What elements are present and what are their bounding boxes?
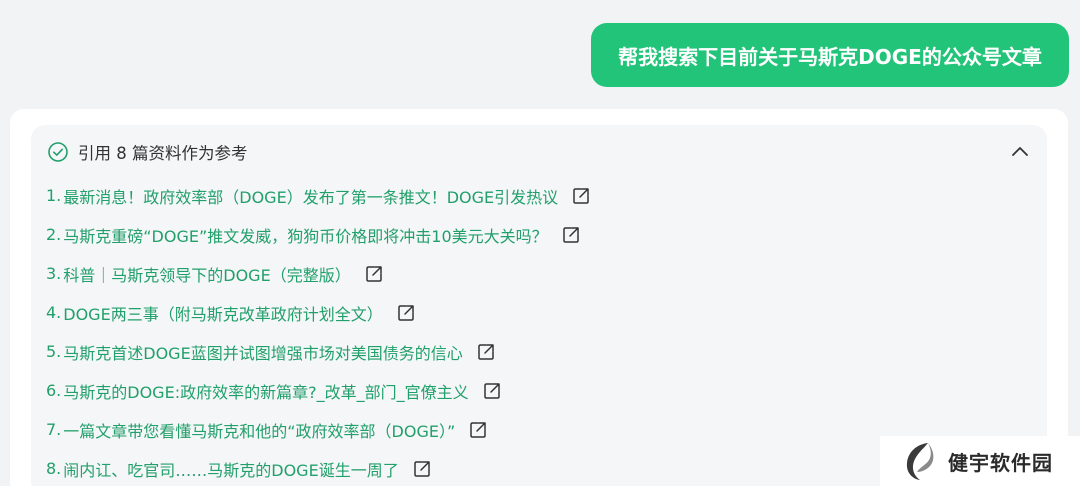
- reference-title: 马斯克的DOGE:政府效率的新篇章?_改革_部门_官僚主义: [63, 382, 469, 402]
- watermark-text: 健宇软件园: [948, 450, 1053, 475]
- reference-item-6[interactable]: 6. 马斯克的DOGE:政府效率的新篇章?_改革_部门_官僚主义: [46, 371, 1031, 410]
- reference-title: 科普｜马斯克领导下的DOGE（完整版）: [63, 265, 351, 285]
- user-message-text: 帮我搜索下目前关于马斯克DOGE的公众号文章: [618, 44, 1042, 69]
- reference-number: 8.: [46, 459, 62, 478]
- assistant-answer-card: 引用 8 篇资料作为参考 1. 最新消息！政府效率部（DOGE）发布了第一条推文…: [10, 109, 1068, 486]
- reference-item-3[interactable]: 3. 科普｜马斯克领导下的DOGE（完整版）: [46, 254, 1031, 293]
- reference-title: 一篇文章带您看懂马斯克和他的“政府效率部（DOGE）”: [63, 421, 456, 441]
- reference-title: 最新消息！政府效率部（DOGE）发布了第一条推文！DOGE引发热议: [63, 187, 559, 207]
- reference-number: 4.: [46, 303, 62, 322]
- references-header[interactable]: 引用 8 篇资料作为参考: [47, 139, 1031, 165]
- reference-title: 马斯克首述DOGE蓝图并试图增强市场对美国债务的信心: [63, 343, 463, 363]
- reference-item-1[interactable]: 1. 最新消息！政府效率部（DOGE）发布了第一条推文！DOGE引发热议: [46, 176, 1031, 215]
- chat-page: 帮我搜索下目前关于马斯克DOGE的公众号文章 引用 8 篇资料作为参考 1. 最…: [0, 0, 1080, 486]
- check-circle-icon: [48, 142, 68, 162]
- reference-item-5[interactable]: 5. 马斯克首述DOGE蓝图并试图增强市场对美国债务的信心: [46, 332, 1031, 371]
- reference-number: 6.: [46, 381, 62, 400]
- reference-title: 马斯克重磅“DOGE”推文发威，狗狗币价格即将冲击10美元大关吗？: [63, 226, 548, 246]
- references-panel: 引用 8 篇资料作为参考 1. 最新消息！政府效率部（DOGE）发布了第一条推文…: [31, 125, 1047, 486]
- external-link-icon[interactable]: [477, 343, 495, 361]
- reference-number: 1.: [46, 186, 62, 205]
- watermark: 健宇软件园: [880, 436, 1080, 486]
- reference-item-2[interactable]: 2. 马斯克重磅“DOGE”推文发威，狗狗币价格即将冲击10美元大关吗？: [46, 215, 1031, 254]
- logo-icon: [906, 443, 934, 480]
- external-link-icon[interactable]: [365, 265, 383, 283]
- external-link-icon[interactable]: [469, 421, 487, 439]
- external-link-icon[interactable]: [483, 382, 501, 400]
- references-title: 引用 8 篇资料作为参考: [78, 144, 248, 163]
- external-link-icon[interactable]: [397, 304, 415, 322]
- external-link-icon[interactable]: [562, 226, 580, 244]
- chevron-up-icon[interactable]: [1009, 142, 1031, 162]
- user-message-bubble: 帮我搜索下目前关于马斯克DOGE的公众号文章: [591, 23, 1069, 87]
- external-link-icon[interactable]: [413, 460, 431, 478]
- reference-number: 3.: [46, 264, 62, 283]
- external-link-icon[interactable]: [572, 187, 590, 205]
- reference-number: 2.: [46, 225, 62, 244]
- reference-title: 闹内讧、吃官司……马斯克的DOGE诞生一周了: [63, 460, 399, 480]
- reference-title: DOGE两三事（附马斯克改革政府计划全文）: [63, 304, 383, 324]
- reference-item-4[interactable]: 4. DOGE两三事（附马斯克改革政府计划全文）: [46, 293, 1031, 332]
- reference-number: 7.: [46, 420, 62, 439]
- reference-number: 5.: [46, 342, 62, 361]
